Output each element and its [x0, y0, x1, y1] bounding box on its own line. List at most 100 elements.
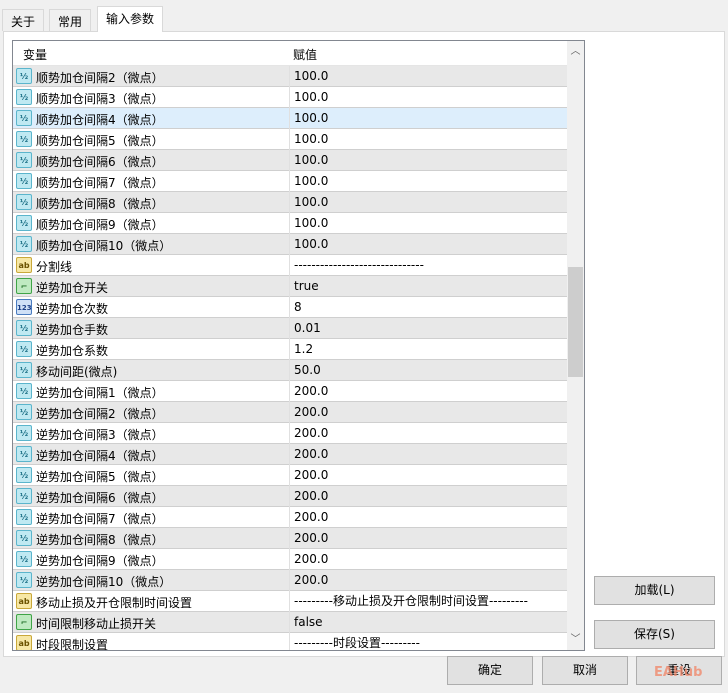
scroll-down-icon[interactable]: ﹀: [567, 631, 584, 648]
parameter-value[interactable]: 200.0: [289, 486, 567, 507]
num-type-icon: ½: [16, 509, 32, 525]
parameter-row[interactable]: ½ 顺势加仓间隔7（微点） 100.0: [13, 171, 567, 192]
parameter-row[interactable]: ½ 逆势加仓间隔3（微点） 200.0: [13, 423, 567, 444]
parameter-name: 顺势加仓间隔3（微点）: [36, 92, 164, 106]
num-type-icon: ½: [16, 446, 32, 462]
parameter-value[interactable]: 100.0: [289, 192, 567, 213]
parameter-value[interactable]: 100.0: [289, 234, 567, 255]
parameter-row[interactable]: ½ 逆势加仓间隔4（微点） 200.0: [13, 444, 567, 465]
num-type-icon: ½: [16, 320, 32, 336]
parameter-row[interactable]: ½ 顺势加仓间隔2（微点） 100.0: [13, 66, 567, 87]
parameter-row[interactable]: ab 分割线 ------------------------------: [13, 255, 567, 276]
parameter-value[interactable]: 100.0: [289, 213, 567, 234]
parameter-row[interactable]: ab 时段限制设置 ---------时段设置---------: [13, 633, 567, 651]
num-type-icon: ½: [16, 530, 32, 546]
parameter-name: 分割线: [36, 260, 73, 274]
column-header-value[interactable]: 赋值: [293, 46, 317, 63]
parameter-value[interactable]: 100.0: [289, 129, 567, 150]
parameter-row[interactable]: ½ 顺势加仓间隔8（微点） 100.0: [13, 192, 567, 213]
str-type-icon: ab: [16, 635, 32, 650]
parameter-row[interactable]: ½ 逆势加仓间隔10（微点） 200.0: [13, 570, 567, 591]
parameter-row[interactable]: ½ 逆势加仓间隔9（微点） 200.0: [13, 549, 567, 570]
parameter-name: 逆势加仓间隔8（微点）: [36, 533, 164, 547]
parameter-name: 逆势加仓间隔10（微点）: [36, 575, 172, 589]
parameter-name: 顺势加仓间隔9（微点）: [36, 218, 164, 232]
parameter-name: 逆势加仓系数: [36, 344, 109, 358]
parameter-row[interactable]: ½ 逆势加仓系数 1.2: [13, 339, 567, 360]
parameter-name: 时间限制移动止损开关: [36, 617, 157, 631]
parameter-row[interactable]: ½ 顺势加仓间隔9（微点） 100.0: [13, 213, 567, 234]
num-type-icon: ½: [16, 236, 32, 252]
num-type-icon: ½: [16, 341, 32, 357]
parameter-value[interactable]: 100.0: [289, 108, 567, 129]
parameter-row[interactable]: ½ 移动间距(微点) 50.0: [13, 360, 567, 381]
parameter-row[interactable]: ½ 顺势加仓间隔4（微点） 100.0: [13, 108, 567, 129]
parameter-value[interactable]: 0.01: [289, 318, 567, 339]
num-type-icon: ½: [16, 383, 32, 399]
int-type-icon: 123: [16, 299, 32, 315]
parameter-row[interactable]: ab 移动止损及开仓限制时间设置 ---------移动止损及开仓限制时间设置---…: [13, 591, 567, 612]
column-header-variable[interactable]: 变量: [23, 46, 47, 63]
parameter-name: 顺势加仓间隔5（微点）: [36, 134, 164, 148]
parameter-value[interactable]: 200.0: [289, 528, 567, 549]
parameter-row[interactable]: ½ 逆势加仓间隔7（微点） 200.0: [13, 507, 567, 528]
parameter-value[interactable]: ---------移动止损及开仓限制时间设置---------: [289, 591, 567, 612]
save-button[interactable]: 保存(S): [594, 620, 715, 649]
parameter-value[interactable]: ---------时段设置---------: [289, 633, 567, 650]
bool-type-icon: ⌐: [16, 278, 32, 294]
parameter-value[interactable]: 50.0: [289, 360, 567, 381]
parameter-value[interactable]: 100.0: [289, 150, 567, 171]
parameter-value[interactable]: true: [289, 276, 567, 297]
num-type-icon: ½: [16, 89, 32, 105]
vertical-scrollbar[interactable]: ︿ ﹀: [567, 41, 584, 650]
num-type-icon: ½: [16, 572, 32, 588]
parameter-row[interactable]: ½ 逆势加仓间隔8（微点） 200.0: [13, 528, 567, 549]
parameter-row[interactable]: ½ 顺势加仓间隔3（微点） 100.0: [13, 87, 567, 108]
parameter-value[interactable]: 200.0: [289, 507, 567, 528]
parameter-value[interactable]: 200.0: [289, 423, 567, 444]
parameter-value[interactable]: 100.0: [289, 87, 567, 108]
str-type-icon: ab: [16, 257, 32, 273]
parameter-value[interactable]: 100.0: [289, 66, 567, 87]
parameter-value[interactable]: 200.0: [289, 444, 567, 465]
parameter-name: 逆势加仓间隔5（微点）: [36, 470, 164, 484]
num-type-icon: ½: [16, 110, 32, 126]
num-type-icon: ½: [16, 68, 32, 84]
parameter-value[interactable]: 100.0: [289, 171, 567, 192]
parameter-row[interactable]: ½ 逆势加仓间隔1（微点） 200.0: [13, 381, 567, 402]
parameter-row[interactable]: ½ 顺势加仓间隔6（微点） 100.0: [13, 150, 567, 171]
cancel-button[interactable]: 取消: [542, 656, 628, 685]
parameter-value[interactable]: ------------------------------: [289, 255, 567, 276]
parameter-name: 时段限制设置: [36, 638, 109, 651]
parameter-value[interactable]: 200.0: [289, 465, 567, 486]
parameter-row[interactable]: ½ 顺势加仓间隔10（微点） 100.0: [13, 234, 567, 255]
scrollbar-thumb[interactable]: [568, 267, 583, 378]
tab-about[interactable]: 关于: [2, 9, 45, 31]
parameter-value[interactable]: 200.0: [289, 549, 567, 570]
parameter-row[interactable]: ⌐ 时间限制移动止损开关 false: [13, 612, 567, 633]
parameter-value[interactable]: 1.2: [289, 339, 567, 360]
num-type-icon: ½: [16, 488, 32, 504]
num-type-icon: ½: [16, 131, 32, 147]
scroll-up-icon[interactable]: ︿: [567, 43, 584, 60]
tab-common[interactable]: 常用: [49, 9, 92, 31]
parameter-value[interactable]: 8: [289, 297, 567, 318]
parameter-value[interactable]: 200.0: [289, 570, 567, 591]
load-button[interactable]: 加载(L): [594, 576, 715, 605]
parameter-row[interactable]: ½ 逆势加仓间隔5（微点） 200.0: [13, 465, 567, 486]
num-type-icon: ½: [16, 152, 32, 168]
parameter-value[interactable]: 200.0: [289, 381, 567, 402]
parameters-list: 变量 赋值 ½ 顺势加仓间隔2（微点） 100.0 ½ 顺势加仓间隔3（微点） 100.0…: [12, 40, 585, 651]
ok-button[interactable]: 确定: [447, 656, 533, 685]
parameter-row[interactable]: ½ 逆势加仓间隔2（微点） 200.0: [13, 402, 567, 423]
tab-inputs[interactable]: 输入参数: [97, 6, 164, 32]
parameter-row[interactable]: ½ 顺势加仓间隔5（微点） 100.0: [13, 129, 567, 150]
parameter-value[interactable]: false: [289, 612, 567, 633]
parameter-row[interactable]: ½ 逆势加仓手数 0.01: [13, 318, 567, 339]
bool-type-icon: ⌐: [16, 614, 32, 630]
parameter-name: 顺势加仓间隔8（微点）: [36, 197, 164, 211]
parameter-row[interactable]: ½ 逆势加仓间隔6（微点） 200.0: [13, 486, 567, 507]
parameter-row[interactable]: ⌐ 逆势加仓开关 true: [13, 276, 567, 297]
parameter-value[interactable]: 200.0: [289, 402, 567, 423]
parameter-row[interactable]: 123 逆势加仓次数 8: [13, 297, 567, 318]
